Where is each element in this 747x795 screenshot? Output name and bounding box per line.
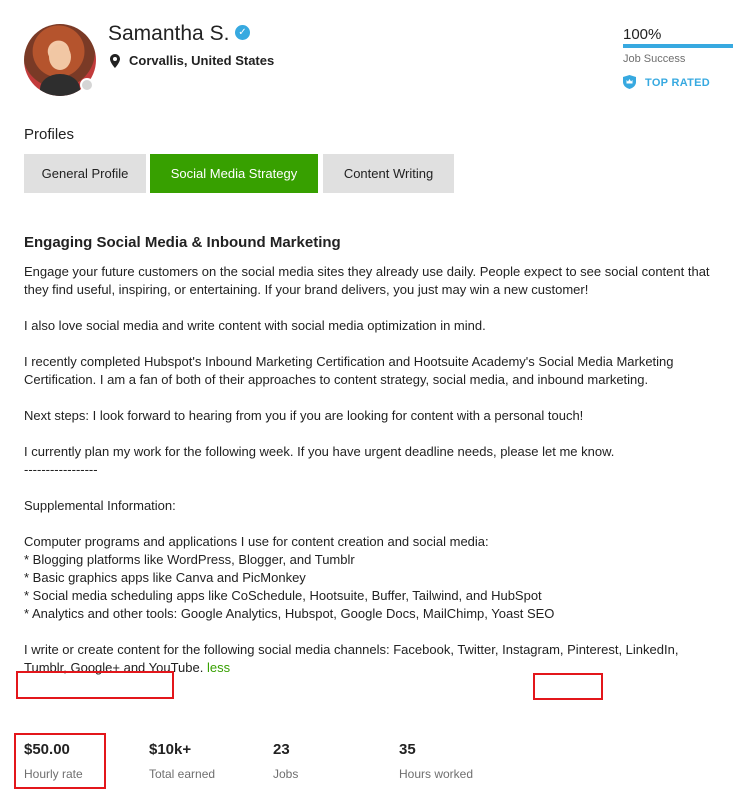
description-paragraph: I currently plan my work for the followi… xyxy=(24,444,615,459)
tab-general-profile[interactable]: General Profile xyxy=(24,154,146,193)
job-success-label: Job Success xyxy=(623,53,686,65)
profile-description: Engage your future customers on the soci… xyxy=(24,263,714,677)
tab-content-writing[interactable]: Content Writing xyxy=(323,154,454,193)
profile-headline: Engaging Social Media & Inbound Marketin… xyxy=(24,234,341,251)
stat-jobs-value: 23 xyxy=(273,741,290,758)
less-link[interactable]: less xyxy=(207,660,230,675)
highlight-box-write-content xyxy=(16,671,174,699)
verified-check-icon: ✓ xyxy=(235,25,250,40)
description-paragraph: I also love social media and write conte… xyxy=(24,318,486,333)
description-bullet: * Social media scheduling apps like CoSc… xyxy=(24,588,542,603)
description-paragraph: I recently completed Hubspot's Inbound M… xyxy=(24,354,674,387)
online-status-dot xyxy=(80,78,94,92)
stat-total-earned-value: $10k+ xyxy=(149,741,192,758)
tab-social-media-strategy[interactable]: Social Media Strategy xyxy=(150,154,318,193)
shield-crown-icon xyxy=(623,75,636,89)
description-paragraph: Supplemental Information: xyxy=(24,498,176,513)
top-rated-badge: TOP RATED xyxy=(645,77,711,89)
avatar-face xyxy=(49,44,71,70)
freelancer-name: Samantha S. xyxy=(108,22,230,45)
job-success-bar xyxy=(623,44,733,48)
avatar-shirt xyxy=(40,74,80,96)
highlight-box-instagram xyxy=(533,673,603,700)
stat-jobs-label: Jobs xyxy=(273,767,299,781)
description-paragraph: Engage your future customers on the soci… xyxy=(24,264,710,297)
profiles-heading: Profiles xyxy=(24,126,75,143)
stat-hourly-rate-label: Hourly rate xyxy=(24,767,83,781)
description-bullet: * Blogging platforms like WordPress, Blo… xyxy=(24,552,355,567)
job-success-value: 100% xyxy=(623,26,662,43)
description-paragraph: Next steps: I look forward to hearing fr… xyxy=(24,408,584,423)
description-divider: ----------------- xyxy=(24,462,98,477)
stat-total-earned-label: Total earned xyxy=(149,767,216,781)
description-paragraph: Computer programs and applications I use… xyxy=(24,534,489,549)
description-bullet: * Basic graphics apps like Canva and Pic… xyxy=(24,570,306,585)
location: Corvallis, United States xyxy=(129,53,275,68)
stat-hourly-rate-value: $50.00 xyxy=(24,741,70,758)
stat-hours-worked-label: Hours worked xyxy=(399,767,474,781)
map-pin-icon xyxy=(110,54,120,68)
stat-hours-worked-value: 35 xyxy=(399,741,416,758)
description-bullet: * Analytics and other tools: Google Anal… xyxy=(24,606,555,621)
